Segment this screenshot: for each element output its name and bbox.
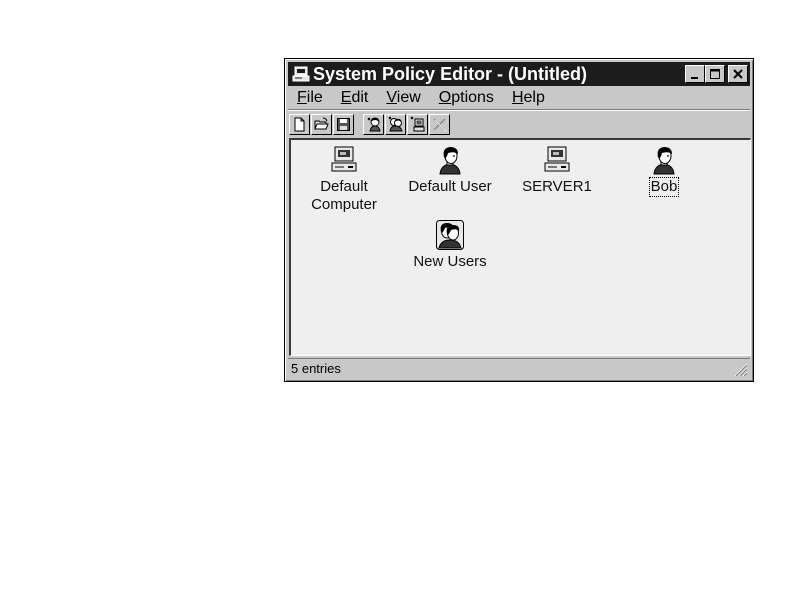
menu-options[interactable]: Options bbox=[430, 89, 503, 107]
add-computer-button[interactable] bbox=[407, 113, 428, 135]
add-user-icon bbox=[367, 117, 381, 132]
title-bar[interactable]: System Policy Editor - (Untitled) bbox=[288, 62, 750, 86]
system-policy-editor-window: System Policy Editor - (Untitled) File E… bbox=[284, 58, 754, 382]
entry-label: Bob bbox=[648, 177, 680, 197]
close-button[interactable] bbox=[728, 65, 748, 83]
open-button[interactable] bbox=[311, 113, 332, 135]
add-computer-icon bbox=[410, 116, 424, 132]
menu-bar: File Edit View Options Help bbox=[288, 87, 750, 109]
user-icon bbox=[648, 144, 680, 176]
add-group-button[interactable] bbox=[385, 113, 406, 135]
new-button[interactable] bbox=[289, 113, 310, 135]
status-bar: 5 entries bbox=[288, 358, 750, 378]
entry-label: Default Computer bbox=[311, 178, 377, 213]
remove-button[interactable] bbox=[429, 113, 450, 135]
computer-icon bbox=[541, 144, 573, 176]
toolbar-separator bbox=[288, 109, 750, 111]
toolbar bbox=[289, 113, 451, 135]
menu-edit[interactable]: Edit bbox=[332, 89, 378, 107]
close-icon bbox=[733, 69, 743, 79]
entry-server1[interactable]: SERVER1 bbox=[505, 144, 609, 196]
entry-bob[interactable]: Bob bbox=[612, 144, 716, 197]
menu-help[interactable]: Help bbox=[503, 89, 554, 107]
entry-label: SERVER1 bbox=[522, 178, 592, 195]
window-controls bbox=[685, 65, 748, 83]
add-user-button[interactable] bbox=[363, 113, 384, 135]
remove-icon bbox=[433, 117, 447, 131]
open-folder-icon bbox=[314, 117, 329, 129]
add-group-icon bbox=[388, 116, 403, 132]
status-text: 5 entries bbox=[291, 361, 341, 376]
user-icon bbox=[434, 144, 466, 176]
entry-new-users[interactable]: New Users bbox=[398, 219, 502, 271]
entry-default-user[interactable]: Default User bbox=[398, 144, 502, 196]
new-document-icon bbox=[294, 117, 305, 131]
computer-icon bbox=[328, 144, 360, 176]
group-icon bbox=[434, 219, 466, 251]
entry-default-computer[interactable]: Default Computer bbox=[292, 144, 396, 214]
save-disk-icon bbox=[337, 117, 350, 131]
policy-entries-view[interactable]: Default Computer Default User SERVER1 Bo… bbox=[289, 138, 751, 356]
window-title: System Policy Editor - (Untitled) bbox=[313, 63, 588, 84]
maximize-button[interactable] bbox=[705, 65, 725, 83]
maximize-icon bbox=[710, 69, 720, 79]
menu-file[interactable]: File bbox=[288, 89, 332, 107]
minimize-button[interactable] bbox=[685, 65, 705, 83]
save-button[interactable] bbox=[333, 113, 354, 135]
entry-label: New Users bbox=[413, 253, 487, 270]
menu-view[interactable]: View bbox=[377, 89, 429, 107]
entry-label: Default User bbox=[408, 178, 492, 195]
policy-editor-icon[interactable] bbox=[292, 65, 310, 83]
minimize-icon bbox=[691, 77, 698, 79]
resize-grip-icon[interactable] bbox=[732, 361, 748, 377]
